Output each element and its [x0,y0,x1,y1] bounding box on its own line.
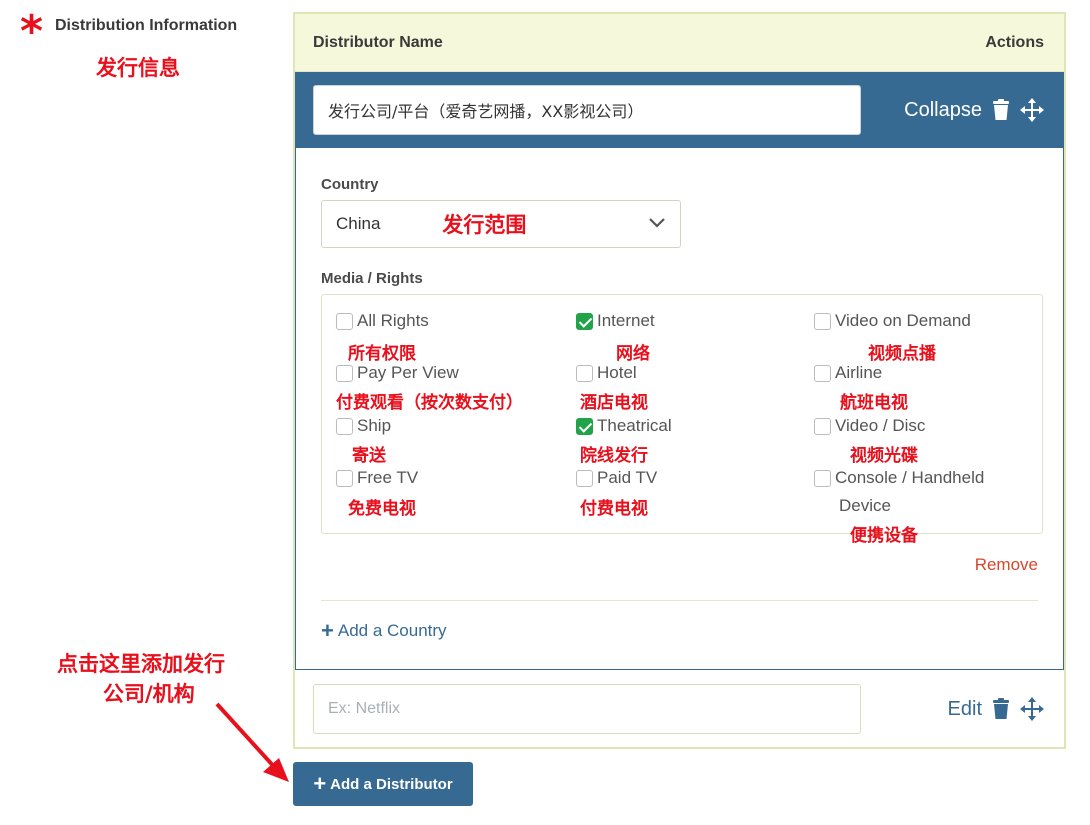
field-label: Distribution Information [55,17,238,34]
plus-icon: + [321,618,334,643]
distributor-name-input[interactable]: 发行公司/平台（爱奇艺网播，XX影视公司） [313,85,861,135]
rights-option-label: Console / Handheld [835,468,985,487]
annotation-theatrical-cn: 院线发行 [580,446,648,466]
add-distributor-label: Add a Distributor [330,775,453,793]
rights-option-pay-per-view[interactable]: Pay Per View [336,363,459,383]
rights-option-label: Pay Per View [357,363,459,382]
move-icon[interactable] [1020,697,1044,721]
rights-option-ship[interactable]: Ship [336,416,391,436]
rights-option-theatrical[interactable]: Theatrical [576,416,672,436]
annotation-field-label-cn: 发行信息 [96,56,180,80]
rights-option-label: Hotel [597,363,637,382]
annotation-paid-tv-cn: 付费电视 [580,499,648,519]
collapse-link[interactable]: Collapse [904,99,982,122]
distributor-table: Distributor Name Actions 发行公司/平台（爱奇艺网播，X… [293,12,1066,749]
checkbox-video-on-demand[interactable] [814,312,831,330]
checkbox-video-disc[interactable] [814,417,831,435]
trash-icon[interactable] [992,99,1010,121]
annotation-internet-cn: 网络 [616,344,650,364]
trash-icon[interactable] [992,698,1010,720]
add-country-link[interactable]: + Add a Country [321,618,447,643]
checkbox-ship[interactable] [336,417,353,435]
col-distributor-name: Distributor Name [313,33,443,51]
rights-option-internet[interactable]: Internet [576,311,655,331]
plus-icon: + [313,771,327,796]
rights-option-label: Ship [357,416,392,435]
required-star-icon: * [20,6,44,57]
media-rights-label: Media / Rights [321,270,423,287]
annotation-video-disc-cn: 视频光碟 [850,446,918,466]
country-select-value: China [336,214,381,233]
distributor-details-panel: Country China 发行范围 Media / Rights All Ri… [295,148,1064,670]
annotation-add-line2: 公司/机构 [103,682,195,706]
remove-country-link[interactable]: Remove [975,555,1038,575]
rights-option-label: Theatrical [597,416,672,435]
annotation-video-on-demand-cn: 视频点播 [868,344,936,364]
country-select[interactable]: China 发行范围 [321,200,681,248]
rights-option-console-handheld[interactable]: Console / Handheld [814,468,984,488]
rights-option-label: Airline [835,363,883,382]
rights-option-free-tv[interactable]: Free TV [336,468,418,488]
col-actions: Actions [985,33,1044,51]
rights-option-video-on-demand[interactable]: Video on Demand [814,311,971,331]
chevron-down-icon [648,214,666,234]
checkbox-paid-tv[interactable] [576,469,593,487]
rights-option-label: Free TV [357,468,419,487]
country-label: Country [321,176,379,193]
row-actions: Collapse [904,98,1044,122]
annotation-hotel-cn: 酒店电视 [580,393,648,413]
edit-link[interactable]: Edit [948,698,982,721]
rights-option-label: Paid TV [597,468,658,487]
page: * Distribution Information 发行信息 Distribu… [0,0,1090,825]
checkbox-theatrical[interactable] [576,417,593,435]
distributor-row-active: 发行公司/平台（爱奇艺网播，XX影视公司） Collapse [295,72,1064,148]
checkbox-internet[interactable] [576,312,593,330]
add-distributor-button[interactable]: + Add a Distributor [293,762,473,806]
annotation-all-rights-cn: 所有权限 [348,344,416,364]
distributor-name-input-empty[interactable]: Ex: Netflix [313,684,861,734]
rights-option-label: Internet [597,311,655,330]
annotation-country-cn: 发行范围 [442,213,527,237]
checkbox-all-rights[interactable] [336,312,353,330]
media-rights-box: All Rights 所有权限 Pay Per View 付费观看（按次数支付）… [321,294,1043,546]
annotation-free-tv-cn: 免费电视 [348,499,416,519]
row-actions: Edit [948,697,1044,721]
annotation-ship-cn: 寄送 [352,446,386,466]
rights-option-paid-tv[interactable]: Paid TV [576,468,657,488]
checkbox-console-handheld[interactable] [814,469,831,487]
annotation-arrow-icon [215,702,289,782]
rights-option-airline[interactable]: Airline [814,363,882,383]
rights-option-hotel[interactable]: Hotel [576,363,637,383]
annotation-console-handheld-cn: 便携设备 [850,526,918,546]
rights-option-label: Video / Disc [835,416,926,435]
checkbox-free-tv[interactable] [336,469,353,487]
add-country-label: Add a Country [337,621,447,640]
move-icon[interactable] [1020,98,1044,122]
rights-option-video-disc[interactable]: Video / Disc [814,416,925,436]
rights-option-label: Video on Demand [835,311,971,330]
divider [321,600,1038,601]
checkbox-hotel[interactable] [576,364,593,382]
rights-option-label-line2: Device [839,496,891,515]
rights-option-all-rights[interactable]: All Rights [336,311,429,331]
checkbox-pay-per-view[interactable] [336,364,353,382]
checkbox-airline[interactable] [814,364,831,382]
annotation-add-line1: 点击这里添加发行 [57,652,225,676]
table-header: Distributor Name Actions [295,14,1064,72]
rights-option-label: All Rights [357,311,429,330]
distributor-row-collapsed: Ex: Netflix Edit [295,670,1064,748]
annotation-pay-per-view-cn: 付费观看（按次数支付） [336,393,523,413]
annotation-airline-cn: 航班电视 [840,393,908,413]
